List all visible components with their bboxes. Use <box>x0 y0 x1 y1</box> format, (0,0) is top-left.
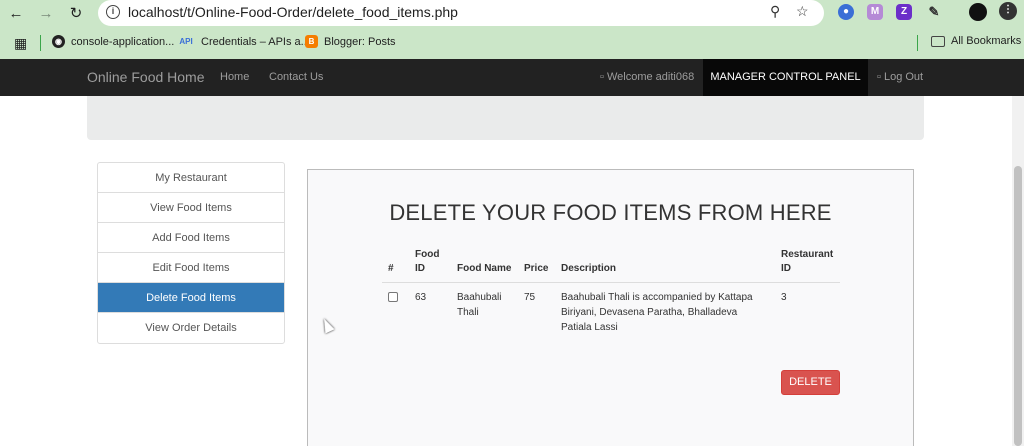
column-header-food-name: Food Name <box>451 248 518 283</box>
bookmark-separator <box>40 35 41 51</box>
bookmark-label: Blogger: Posts <box>324 35 396 48</box>
row-checkbox[interactable] <box>388 292 398 302</box>
delete-food-panel: DELETE YOUR FOOD ITEMS FROM HERE # Food … <box>307 169 914 446</box>
extension-icon[interactable]: Z <box>896 4 912 20</box>
nav-manager-panel[interactable]: MANAGER CONTROL PANEL <box>703 59 868 96</box>
column-header-description: Description <box>555 248 775 283</box>
scrollbar-thumb[interactable] <box>1014 166 1022 446</box>
sidebar-item-view-order-details[interactable]: View Order Details <box>98 313 284 343</box>
all-bookmarks-label: All Bookmarks <box>951 35 1022 47</box>
sidebar-item-my-restaurant[interactable]: My Restaurant <box>98 163 284 193</box>
welcome-text: Welcome aditi068 <box>606 71 695 83</box>
nav-contact[interactable]: Contact Us <box>269 71 323 83</box>
table-header-row: # Food ID Food Name Price Description Re… <box>382 248 840 283</box>
column-header-price: Price <box>518 248 555 283</box>
address-url[interactable]: localhost/t/Online-Food-Order/delete_foo… <box>128 4 458 20</box>
nav-logout[interactable]: ▫ Log Out <box>877 71 923 83</box>
extension-icon[interactable]: ● <box>838 4 854 20</box>
bookmark-separator <box>917 35 918 51</box>
food-name-cell: Baahubali Thali <box>457 292 502 318</box>
jumbotron <box>87 96 924 140</box>
sidebar-item-view-food-items[interactable]: View Food Items <box>98 193 284 223</box>
sidebar-item-edit-food-items[interactable]: Edit Food Items <box>98 253 284 283</box>
nav-home[interactable]: Home <box>220 71 249 83</box>
folder-icon <box>931 35 945 47</box>
nav-welcome[interactable]: ▫ Welcome aditi068 <box>600 71 694 83</box>
site-navbar: Online Food Home Home Contact Us ▫ Welco… <box>0 59 1024 96</box>
column-header-food-id: Food ID <box>409 248 451 283</box>
description-cell: Baahubali Thali is accompanied by Kattap… <box>561 292 753 333</box>
forward-icon[interactable]: → <box>36 4 56 24</box>
browser-toolbar: ← → ↻ i localhost/t/Online-Food-Order/de… <box>0 0 1024 28</box>
brand-link[interactable]: Online Food Home <box>87 69 205 85</box>
extension-icon[interactable]: M <box>867 4 883 20</box>
bookmark-star-icon[interactable]: ☆ <box>796 3 809 20</box>
sidebar-item-delete-food-items[interactable]: Delete Food Items <box>98 283 284 313</box>
apps-grid-icon[interactable]: ▦ <box>14 35 27 52</box>
bookmark-label: console-application... <box>71 35 175 48</box>
bookmark-item[interactable]: API Credentials – APIs a... <box>177 35 310 48</box>
user-icon: ▫ <box>600 71 604 83</box>
extensions-puzzle-icon[interactable]: ✎ <box>926 4 942 20</box>
all-bookmarks[interactable]: All Bookmarks <box>931 35 1021 47</box>
logout-text: Log Out <box>883 71 924 83</box>
food-items-table: # Food ID Food Name Price Description Re… <box>382 248 840 342</box>
page-title: DELETE YOUR FOOD ITEMS FROM HERE <box>389 200 832 225</box>
page-scrollbar[interactable] <box>1012 96 1024 446</box>
github-icon: ◉ <box>52 35 65 48</box>
bookmark-label: Credentials – APIs a... <box>201 35 310 48</box>
sidebar-item-add-food-items[interactable]: Add Food Items <box>98 223 284 253</box>
back-icon[interactable]: ← <box>6 4 26 24</box>
select-cell <box>382 283 409 343</box>
price-cell: 75 <box>524 292 536 303</box>
sidebar-menu: My Restaurant View Food Items Add Food I… <box>97 162 285 344</box>
address-bar[interactable]: i localhost/t/Online-Food-Order/delete_f… <box>98 0 824 26</box>
food-id-cell: 63 <box>415 292 427 303</box>
bookmarks-bar: ▦ ◉ console-application... API Credentia… <box>0 28 1024 59</box>
column-header-select: # <box>382 248 409 283</box>
profile-avatar-icon[interactable] <box>969 3 987 21</box>
column-header-restaurant-id: Restaurant ID <box>775 248 840 283</box>
zoom-icon[interactable]: ⚲ <box>770 3 780 20</box>
api-icon: API <box>179 37 193 46</box>
bookmark-item[interactable]: ◉ console-application... <box>52 35 174 48</box>
site-info-icon[interactable]: i <box>106 5 120 19</box>
table-row: 63 Baahubali Thali 75 Baahubali Thali is… <box>382 283 840 343</box>
reload-icon[interactable]: ↻ <box>66 4 86 24</box>
delete-button[interactable]: DELETE <box>781 370 840 395</box>
blogger-icon: B <box>305 35 318 48</box>
menu-icon[interactable]: ⋮ <box>999 2 1017 20</box>
logout-icon: ▫ <box>877 71 881 83</box>
bookmark-item[interactable]: B Blogger: Posts <box>305 35 396 48</box>
restaurant-id-cell: 3 <box>781 292 787 303</box>
